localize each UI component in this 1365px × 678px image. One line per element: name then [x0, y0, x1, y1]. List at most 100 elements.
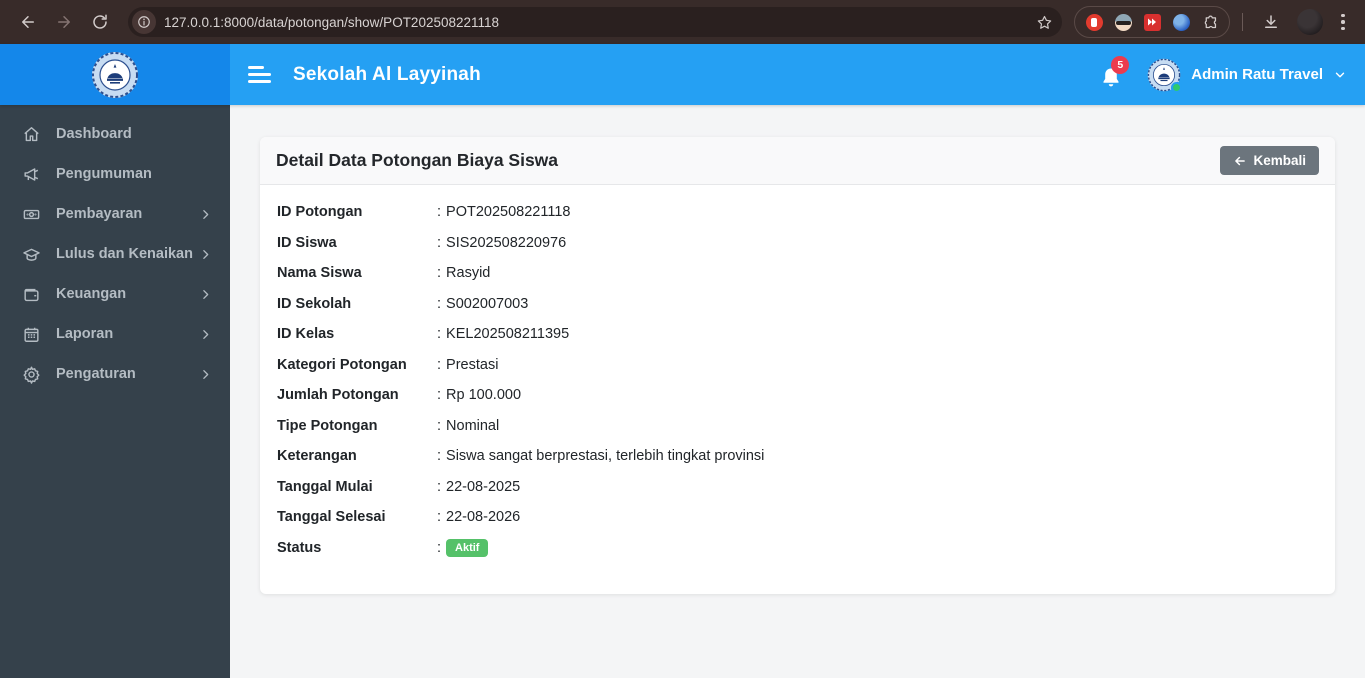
gear-icon [21, 364, 41, 384]
reload-icon [93, 14, 107, 29]
sidebar-item-pembayaran[interactable]: Pembayaran [0, 194, 230, 234]
globe-extension-icon[interactable] [1172, 13, 1190, 31]
chevron-right-icon [203, 289, 209, 299]
graduation-cap-icon [21, 244, 41, 264]
sidebar-item-pengaturan[interactable]: Pengaturan [0, 354, 230, 394]
fast-forward-extension-icon[interactable] [1143, 13, 1161, 31]
detail-label: Kategori Potongan [277, 356, 407, 373]
extensions-puzzle-icon[interactable] [1201, 13, 1219, 31]
sidebar-item-dashboard[interactable]: Dashboard [0, 114, 230, 154]
detail-label: Tanggal Selesai [277, 509, 386, 525]
sidebar-toggle-icon[interactable] [248, 66, 271, 83]
sidebar-menu: Dashboard Pengumuman Pembayaran Lulus da… [0, 105, 230, 678]
main-content: Detail Data Potongan Biaya Siswa Kembali… [230, 105, 1365, 678]
user-menu[interactable]: Admin Ratu Travel [1147, 58, 1347, 93]
detail-row: ID Siswa : SIS202508220976 [277, 233, 1318, 253]
detail-value: : Aktif [437, 538, 1318, 558]
detail-label: ID Sekolah [277, 295, 352, 312]
detail-row: Kategori Potongan : Prestasi [277, 355, 1318, 375]
download-icon [1265, 15, 1277, 28]
detail-value: : S002007003 [437, 295, 529, 312]
detail-row: ID Kelas : KEL202508211395 [277, 324, 1318, 344]
spy-extension-icon[interactable] [1114, 13, 1132, 31]
detail-label: ID Siswa [277, 234, 337, 251]
detail-value: :22-08-2026 [437, 509, 521, 525]
browser-menu-button[interactable] [1333, 13, 1353, 31]
notifications-button[interactable]: 5 [1099, 55, 1130, 90]
sidebar-item-keuangan[interactable]: Keuangan [0, 274, 230, 314]
detail-card: Detail Data Potongan Biaya Siswa Kembali… [260, 137, 1335, 594]
sidebar-item-label: Lulus dan Kenaikan [56, 246, 193, 262]
detail-row: ID Potongan : POT202508221118 [277, 202, 1318, 222]
back-button-label: Kembali [1253, 153, 1306, 168]
detail-row: Tanggal Mulai :22-08-2025 [277, 477, 1318, 497]
user-name: Admin Ratu Travel [1191, 66, 1323, 83]
address-bar[interactable]: 127.0.0.1:8000/data/potongan/show/POT202… [128, 7, 1062, 37]
detail-row: ID Sekolah : S002007003 [277, 294, 1318, 314]
app-title: Sekolah Al Layyinah [293, 63, 481, 85]
detail-value: : KEL202508211395 [437, 326, 570, 342]
detail-label: ID Potongan [277, 204, 363, 220]
detail-value: : Rasyid [437, 265, 491, 281]
detail-value: : Nominal [437, 417, 500, 434]
detail-row: Nama Siswa : Rasyid [277, 263, 1318, 283]
brand-logo-area [0, 44, 230, 105]
browser-back-button[interactable] [12, 6, 44, 38]
url-text: 127.0.0.1:8000/data/potongan/show/POT202… [164, 14, 500, 30]
wallet-icon [21, 284, 41, 304]
browser-toolbar: 127.0.0.1:8000/data/potongan/show/POT202… [0, 0, 1365, 44]
detail-row: Keterangan : Siswa sangat berprestasi, te… [277, 446, 1318, 466]
detail-value: :22-08-2025 [437, 478, 521, 495]
detail-row: Tanggal Selesai :22-08-2026 [277, 507, 1318, 527]
downloads-button[interactable] [1255, 6, 1287, 38]
detail-value: : Prestasi [437, 356, 499, 373]
app-navbar: Sekolah Al Layyinah 5 Admin Ratu Travel [230, 44, 1365, 105]
sidebar-item-pengumuman[interactable]: Pengumuman [0, 154, 230, 194]
chevron-right-icon [203, 209, 209, 219]
detail-value: : SIS202508220976 [437, 234, 567, 251]
detail-label: Nama Siswa [277, 265, 362, 281]
extensions-pill [1074, 6, 1230, 38]
sidebar-item-laporan[interactable]: Laporan [0, 314, 230, 354]
detail-value: : POT202508221118 [437, 204, 571, 220]
sidebar-item-label: Laporan [56, 326, 114, 342]
online-status-dot [1171, 81, 1183, 93]
browser-reload-button[interactable] [84, 6, 116, 38]
app-header: Sekolah Al Layyinah 5 Admin Ratu Travel [0, 44, 1365, 105]
home-icon [21, 124, 41, 144]
back-button[interactable]: Kembali [1220, 146, 1319, 175]
sidebar-item-lulus-dan-kenaikan[interactable]: Lulus dan Kenaikan [0, 234, 230, 274]
sidebar-item-label: Pengaturan [56, 366, 136, 382]
detail-label: Tanggal Mulai [277, 478, 373, 495]
sidebar-item-label: Pengumuman [56, 166, 152, 182]
detail-row: Jumlah Potongan : Rp 100.000 [277, 385, 1318, 405]
chevron-right-icon [203, 249, 209, 259]
status-badge: Aktif [446, 539, 489, 557]
detail-value: : Siswa sangat berprestasi, terlebih ting… [437, 448, 765, 464]
calendar-icon [21, 324, 41, 344]
site-info-icon[interactable] [132, 10, 156, 34]
sidebar-item-label: Keuangan [56, 286, 127, 302]
detail-label: Tipe Potongan [277, 417, 378, 434]
megaphone-icon [21, 164, 41, 184]
detail-label: Keterangan [277, 448, 357, 464]
arrow-left-icon [22, 16, 34, 28]
sidebar-item-label: Pembayaran [56, 206, 143, 222]
bookmark-star-icon[interactable] [1032, 10, 1056, 34]
detail-label: Status [277, 539, 322, 556]
sidebar-item-label: Dashboard [56, 126, 132, 142]
arrow-right-icon [58, 16, 70, 28]
arrow-left-icon [1235, 156, 1246, 165]
detail-row: Tipe Potongan : Nominal [277, 416, 1318, 436]
detail-value: : Rp 100.000 [437, 387, 522, 403]
detail-row: Status : Aktif [277, 538, 1318, 558]
browser-profile-avatar[interactable] [1297, 9, 1323, 35]
banknote-icon [21, 204, 41, 224]
toolbar-separator [1242, 13, 1243, 31]
user-avatar [1147, 58, 1183, 93]
chevron-down-icon [1335, 72, 1345, 77]
chevron-right-icon [203, 369, 209, 379]
page-title: Detail Data Potongan Biaya Siswa [276, 150, 559, 170]
adblock-extension-icon[interactable] [1085, 13, 1103, 31]
browser-forward-button[interactable] [48, 6, 80, 38]
